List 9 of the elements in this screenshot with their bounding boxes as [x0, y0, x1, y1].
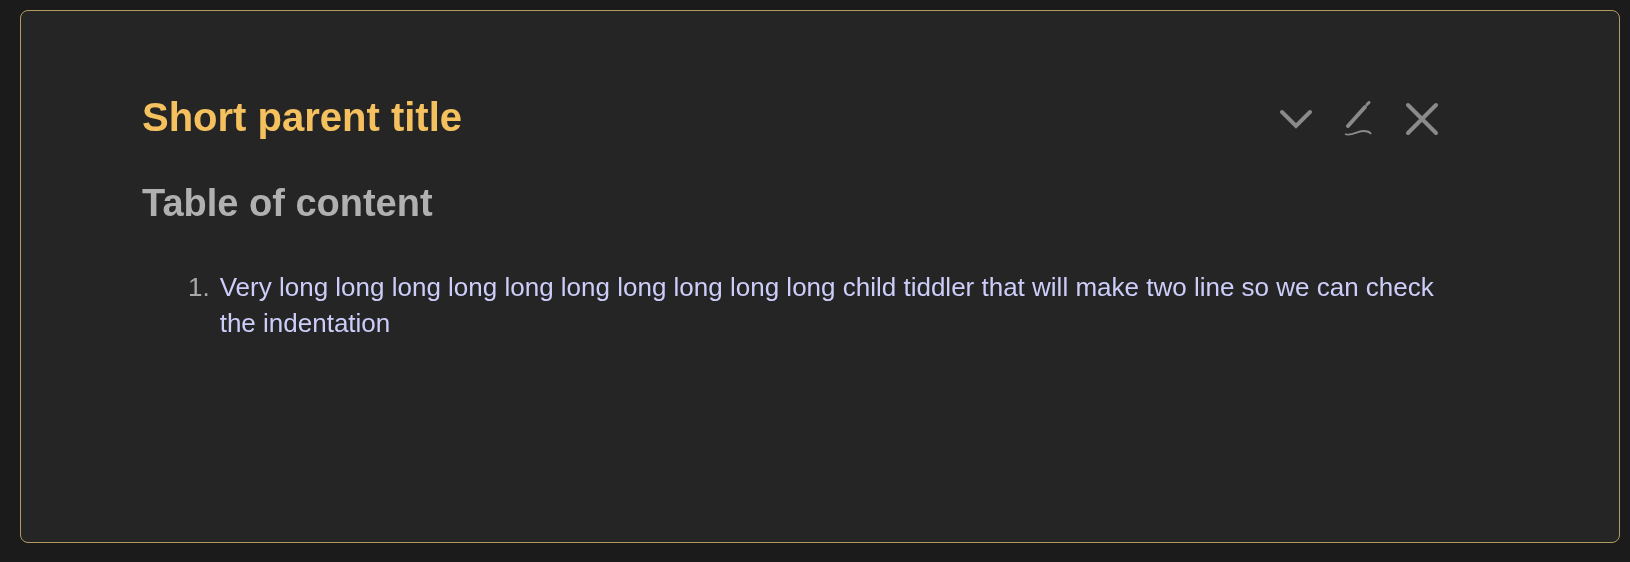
close-button[interactable] — [1405, 101, 1439, 137]
list-number: 1. — [188, 270, 210, 304]
tiddler-title: Short parent title — [142, 94, 463, 141]
pen-icon — [1343, 101, 1375, 137]
edit-button[interactable] — [1343, 101, 1375, 137]
close-icon — [1405, 102, 1439, 136]
section-heading: Table of content — [142, 181, 434, 226]
child-tiddler-link[interactable]: Very long long long long long long long long long long child tiddler that will make two line so we can check the indentation — [219, 268, 1439, 342]
chevron-down-icon — [1279, 108, 1313, 130]
